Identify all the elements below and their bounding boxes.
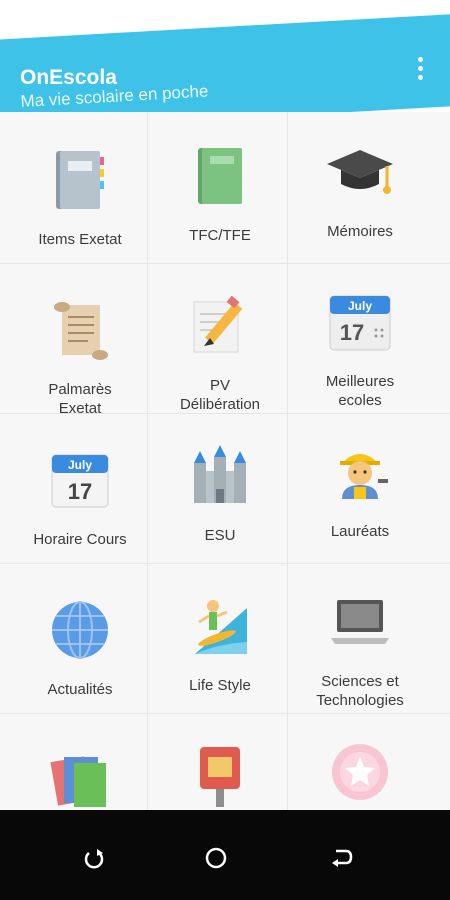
castle-icon	[184, 440, 256, 512]
grid-item-meilleures-ecoles[interactable]: July 17 Meilleures ecoles	[290, 264, 430, 412]
recent-apps-button[interactable]	[74, 838, 114, 878]
grid-item-laureats[interactable]: Lauréats	[290, 414, 430, 562]
grid-item-label: TFC/TFE	[189, 227, 251, 244]
grid-item-tfc-tfe[interactable]: TFC/TFE	[150, 118, 290, 266]
laptop-icon	[324, 586, 396, 658]
construction-worker-icon	[324, 436, 396, 508]
grid-item-memoires[interactable]: Mémoires	[290, 114, 430, 262]
back-icon	[332, 849, 353, 867]
grid-item-pv-deliberation[interactable]: PV Délibération	[150, 268, 290, 416]
grid-item-label: Mémoires	[327, 223, 393, 240]
overflow-menu-button[interactable]	[410, 54, 430, 82]
grid-item-label: ESU	[204, 527, 236, 544]
calendar-icon: July 17	[324, 286, 396, 358]
svg-text:17: 17	[340, 320, 364, 345]
svg-text:July: July	[68, 458, 92, 472]
calendar-icon: July 17	[44, 444, 116, 516]
grid-item-horaire-cours[interactable]: July 17 Horaire Cours	[10, 422, 150, 570]
grid-item-label: Sciences et Technologies	[316, 673, 404, 709]
graduation-cap-icon	[324, 136, 396, 208]
grid-item-label: Items Exetat	[38, 231, 122, 248]
grid-item-label: Horaire Cours	[33, 531, 127, 548]
grid-item-palmares-exetat[interactable]: Palmarès Exetat	[10, 272, 150, 420]
notebook-icon	[44, 144, 116, 216]
navigation-bar	[0, 810, 450, 900]
grid-item-label: Meilleures ecoles	[325, 373, 395, 409]
svg-text:17: 17	[68, 479, 92, 504]
home-icon	[205, 847, 227, 869]
grid-item-esu[interactable]: ESU	[150, 418, 290, 566]
more-vert-icon	[417, 56, 423, 62]
menu-grid: Items Exetat TFC/TFE Mémoires Palmarès E…	[0, 112, 450, 812]
surfer-icon	[184, 590, 256, 662]
grid-item-label: Palmarès Exetat	[48, 381, 112, 417]
green-book-icon	[184, 140, 256, 212]
globe-icon	[44, 594, 116, 666]
scroll-icon	[44, 294, 116, 366]
grid-item-label: Life Style	[189, 677, 251, 694]
grid-item-items-exetat[interactable]: Items Exetat	[10, 122, 150, 270]
flower-icon	[324, 736, 396, 808]
home-button[interactable]	[196, 838, 236, 878]
svg-text:July: July	[348, 299, 372, 313]
postbox-icon	[184, 740, 256, 812]
back-button[interactable]	[322, 838, 362, 878]
grid-item-life-style[interactable]: Life Style	[150, 568, 290, 716]
grid-item-label: PV Délibération	[179, 377, 261, 413]
grid-item-actualites[interactable]: Actualités	[10, 572, 150, 720]
grid-item-label: Lauréats	[330, 523, 390, 540]
pencil-paper-icon	[184, 290, 256, 362]
recent-apps-icon	[84, 849, 104, 869]
grid-item-sciences-technologies[interactable]: Sciences et Technologies	[290, 564, 430, 712]
grid-item-label: Actualités	[47, 681, 113, 698]
books-icon	[44, 744, 116, 816]
